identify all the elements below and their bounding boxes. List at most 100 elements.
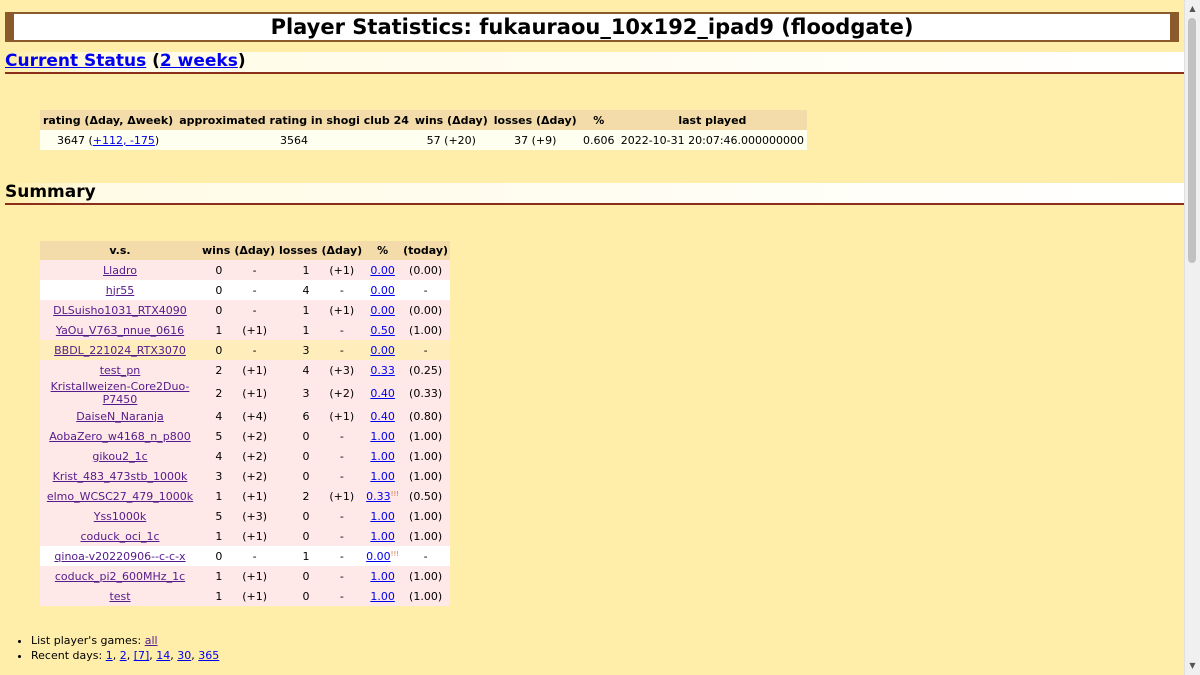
table-row: Kristallweizen-Core2Duo-P7450 2 (+1) 3 (+2) 0… (40, 380, 451, 406)
today-cell: (0.33) (401, 380, 451, 406)
paren-open: ( (146, 51, 160, 71)
pct-link[interactable]: 1.00 (370, 530, 395, 543)
pct-link[interactable]: 1.00 (370, 450, 395, 463)
today-cell: (0.50) (401, 486, 451, 506)
pct-link[interactable]: 1.00 (370, 510, 395, 523)
opponent-link[interactable]: test_pn (100, 364, 141, 377)
opponent-cell: BBDL_221024_RTX3070 (40, 340, 200, 360)
header-losses-delta: (Δday) (319, 241, 365, 260)
pct-link[interactable]: 0.40 (370, 410, 395, 423)
table-row: DaiseN_Naranja 4 (+4) 6 (+1) 0.40 (0.80) (40, 406, 451, 426)
table-row: Krist_483_473stb_1000k 3 (+2) 0-1.00 (1.00) (40, 466, 451, 486)
pct-link[interactable]: 1.00 (370, 470, 395, 483)
losses-delta-cell: - (319, 586, 365, 606)
opponent-cell: Kristallweizen-Core2Duo-P7450 (40, 380, 200, 406)
pct-link[interactable]: 0.33 (366, 490, 391, 503)
pct-link[interactable]: 0.00 (370, 284, 395, 297)
wins-cell: 0 (200, 260, 233, 280)
pct-link[interactable]: 0.00 (370, 304, 395, 317)
opponent-link[interactable]: coduck_oci_1c (80, 530, 159, 543)
header-wins: wins (Δday) (411, 110, 491, 130)
pct-link[interactable]: 0.50 (370, 324, 395, 337)
opponent-link[interactable]: DaiseN_Naranja (76, 410, 164, 423)
wins-delta-cell: (+2) (232, 466, 278, 486)
wins-delta-cell: (+4) (232, 406, 278, 426)
wins-delta-cell: - (232, 340, 278, 360)
pct-cell: 0.33!!! (364, 486, 402, 506)
today-cell: - (401, 280, 451, 300)
opponent-link[interactable]: gikou2_1c (92, 450, 147, 463)
losses-delta-cell: (+1) (319, 300, 365, 320)
opponent-link[interactable]: Yss1000k (94, 510, 147, 523)
wins-cell: 1 (200, 526, 233, 546)
header-losses: losses (277, 241, 320, 260)
opponent-link[interactable]: test (109, 590, 130, 603)
opponent-link[interactable]: Lladro (103, 264, 137, 277)
scroll-up-arrow-icon[interactable]: ▲ (1185, 2, 1200, 16)
today-cell: (1.00) (401, 566, 451, 586)
pct-link[interactable]: 1.00 (370, 590, 395, 603)
opponent-link[interactable]: AobaZero_w4168_n_p800 (49, 430, 191, 443)
two-weeks-link[interactable]: 2 weeks (160, 51, 238, 71)
title-box: Player Statistics: fukauraou_10x192_ipad… (5, 12, 1179, 42)
opponent-cell: Yss1000k (40, 506, 200, 526)
opponent-link[interactable]: YaOu_V763_nnue_0616 (56, 324, 184, 337)
recent-day-link[interactable]: 14 (156, 649, 170, 662)
today-cell: (1.00) (401, 586, 451, 606)
opponent-link[interactable]: hjr55 (106, 284, 135, 297)
rating-delta-link[interactable]: +112, -175 (93, 134, 155, 147)
wins-cell: 0 (200, 280, 233, 300)
header-wins: wins (200, 241, 233, 260)
header-today: (today) (401, 241, 451, 260)
pct-cell: 0.33 (364, 360, 402, 380)
recent-day-link[interactable]: [7] (134, 649, 150, 662)
losses-delta-cell: (+2) (319, 380, 365, 406)
rating-cell: 3647 (+112, -175) (40, 130, 177, 150)
opponent-link[interactable]: qinoa-v20220906--c-c-x (54, 550, 185, 563)
losses-cell: 1 (277, 260, 320, 280)
pct-link[interactable]: 1.00 (370, 430, 395, 443)
opponent-link[interactable]: Kristallweizen-Core2Duo-P7450 (51, 380, 190, 406)
header-last-played: last played (617, 110, 808, 130)
opponent-cell: DLSuisho1031_RTX4090 (40, 300, 200, 320)
pct-link[interactable]: 0.00 (370, 264, 395, 277)
current-status-link[interactable]: Current Status (5, 51, 146, 71)
wins-cell: 0 (200, 300, 233, 320)
opponent-link[interactable]: coduck_pi2_600MHz_1c (55, 570, 185, 583)
pct-link[interactable]: 1.00 (370, 570, 395, 583)
opponent-cell: AobaZero_w4168_n_p800 (40, 426, 200, 446)
today-cell: (0.00) (401, 260, 451, 280)
losses-cell: 0 (277, 586, 320, 606)
table-row: hjr55 0-4-0.00- (40, 280, 451, 300)
today-cell: - (401, 340, 451, 360)
paren-close: ) (237, 51, 246, 71)
opponent-cell: YaOu_V763_nnue_0616 (40, 320, 200, 340)
opponent-link[interactable]: DLSuisho1031_RTX4090 (53, 304, 187, 317)
recent-day-link[interactable]: 1 (106, 649, 113, 662)
recent-day-link[interactable]: 2 (120, 649, 127, 662)
recent-day-link[interactable]: 30 (177, 649, 191, 662)
opponent-link[interactable]: BBDL_221024_RTX3070 (54, 344, 186, 357)
opponent-link[interactable]: Krist_483_473stb_1000k (53, 470, 188, 483)
losses-cell: 0 (277, 466, 320, 486)
pct-link[interactable]: 0.00 (370, 344, 395, 357)
recent-day-link[interactable]: 365 (198, 649, 219, 662)
vertical-scrollbar[interactable]: ▲ ▼ (1184, 0, 1200, 675)
table-row: BBDL_221024_RTX3070 0-3-0.00- (40, 340, 451, 360)
last-played-value: 2022-10-31 20:07:46.000000000 (617, 130, 808, 150)
opponent-link[interactable]: elmo_WCSC27_479_1000k (47, 490, 193, 503)
pct-link[interactable]: 0.40 (370, 387, 395, 400)
opponent-cell: qinoa-v20220906--c-c-x (40, 546, 200, 566)
losses-cell: 0 (277, 446, 320, 466)
today-cell: (0.25) (401, 360, 451, 380)
scroll-down-arrow-icon[interactable]: ▼ (1185, 659, 1200, 673)
pct-link[interactable]: 0.00 (366, 550, 391, 563)
losses-cell: 4 (277, 280, 320, 300)
losses-delta-cell: - (319, 280, 365, 300)
all-games-link[interactable]: all (145, 634, 158, 647)
opponent-cell: gikou2_1c (40, 446, 200, 466)
pct-link[interactable]: 0.33 (370, 364, 395, 377)
scrollbar-thumb[interactable] (1188, 18, 1196, 263)
opponent-cell: Krist_483_473stb_1000k (40, 466, 200, 486)
rating-value: 3647 (56, 133, 85, 147)
